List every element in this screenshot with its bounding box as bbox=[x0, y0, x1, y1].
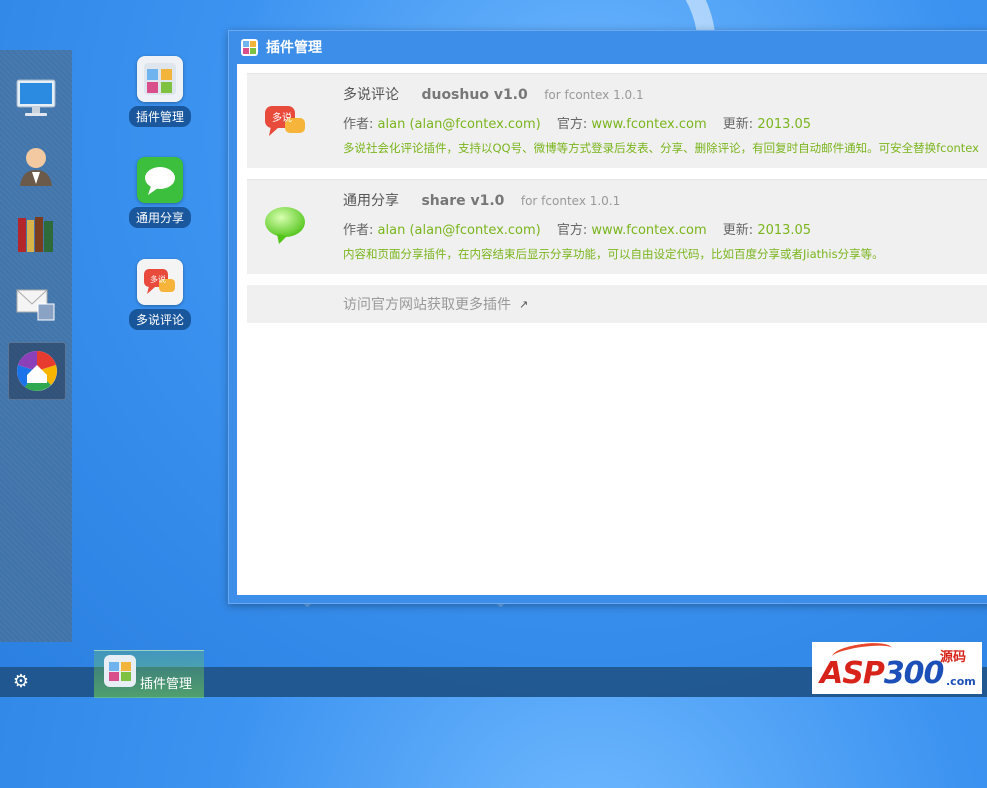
desktop-icon-label: 多说评论 bbox=[128, 309, 191, 330]
plugin-compat: for fcontex 1.0.1 bbox=[544, 88, 644, 102]
plugin-name: 多说评论 bbox=[343, 87, 399, 103]
user-icon bbox=[20, 148, 52, 186]
watermark-brand: ASP300 bbox=[820, 656, 944, 691]
updated-value: 2013.05 bbox=[757, 117, 812, 132]
plugin-info: 通用分享 share v1.0 for fcontex 1.0.1 作者: al… bbox=[343, 190, 987, 262]
desktop-icon-label: 通用分享 bbox=[128, 207, 191, 228]
plugin-compat: for fcontex 1.0.1 bbox=[520, 194, 621, 208]
window-titlebar[interactable]: 插件管理 bbox=[229, 31, 987, 63]
svg-text:多说: 多说 bbox=[150, 274, 166, 284]
plugin-meta: 作者: alan (alan@fcontex.com) 官方: www.fcon… bbox=[343, 219, 987, 238]
author-label: 作者: bbox=[343, 223, 374, 238]
gear-icon[interactable]: ⚙ bbox=[10, 671, 32, 693]
site-label: 官方: bbox=[556, 117, 588, 132]
author-value[interactable]: alan (alan@fcontex.com) bbox=[378, 117, 541, 132]
asp300-watermark-logo: ASP300 源码 .com bbox=[812, 639, 982, 694]
dock-item-mail[interactable] bbox=[8, 274, 64, 330]
monitor-icon bbox=[16, 79, 56, 116]
site-link[interactable]: www.fcontex.com bbox=[591, 117, 706, 132]
plugin-meta: 作者: alan (alan@fcontex.com) 官方: www.fcon… bbox=[343, 113, 987, 132]
window-app-icon bbox=[241, 38, 258, 56]
updated-value: 2013.05 bbox=[757, 223, 812, 238]
left-dock bbox=[0, 50, 72, 642]
dock-item-user[interactable] bbox=[8, 138, 64, 194]
plugin-version: share v1.0 bbox=[421, 193, 505, 209]
watermark-cn: 源码 bbox=[940, 650, 967, 665]
desktop-icon-share[interactable]: 通用分享 bbox=[120, 157, 200, 228]
mail-icon bbox=[16, 289, 55, 321]
plugin-info: 多说评论 duoshuo v1.0 for fcontex 1.0.1 作者: … bbox=[343, 84, 987, 156]
plugin-version: duoshuo v1.0 bbox=[421, 87, 528, 103]
plugin-manager-window: 插件管理 多说 多说评论 duoshuo v1.0 for fcontex 1.… bbox=[228, 30, 987, 604]
more-plugins-label: 访问官方网站获取更多插件 bbox=[343, 297, 511, 313]
picasa-icon bbox=[17, 351, 57, 391]
plugin-card-duoshuo[interactable]: 多说 多说评论 duoshuo v1.0 for fcontex 1.0.1 作… bbox=[247, 73, 987, 168]
dock-item-picasa[interactable] bbox=[8, 342, 66, 400]
window-content: 多说 多说评论 duoshuo v1.0 for fcontex 1.0.1 作… bbox=[237, 64, 987, 595]
plugin-title: 通用分享 share v1.0 for fcontex 1.0.1 bbox=[343, 190, 987, 210]
site-label: 官方: bbox=[556, 223, 588, 238]
svg-text:多说: 多说 bbox=[272, 111, 292, 124]
plugin-manager-icon bbox=[104, 655, 136, 687]
desktop-icon-label: 插件管理 bbox=[128, 106, 191, 127]
duoshuo-icon: 多说 bbox=[137, 259, 183, 305]
share-bubble-icon bbox=[137, 157, 183, 203]
taskbar-item-label: 插件管理 bbox=[140, 677, 193, 692]
plugin-card-share[interactable]: 通用分享 share v1.0 for fcontex 1.0.1 作者: al… bbox=[247, 179, 987, 274]
duoshuo-icon: 多说 bbox=[265, 106, 305, 136]
more-plugins-link[interactable]: 访问官方网站获取更多插件 ↗ bbox=[247, 285, 987, 323]
updated-label: 更新: bbox=[722, 223, 754, 238]
external-link-icon: ↗ bbox=[519, 297, 529, 311]
plugin-manager-icon bbox=[137, 56, 183, 102]
dock-item-computer[interactable] bbox=[8, 70, 64, 126]
plugin-description: 多说社会化评论插件，支持以QQ号、微博等方式登录后发表、分享、删除评论，有回复时… bbox=[343, 141, 979, 155]
watermark-com: .com bbox=[946, 675, 976, 688]
updated-label: 更新: bbox=[722, 117, 754, 132]
share-bubble-icon bbox=[265, 207, 305, 244]
taskbar-item-plugin-manager[interactable]: 插件管理 bbox=[94, 650, 204, 698]
window-title: 插件管理 bbox=[266, 40, 322, 56]
books-icon bbox=[18, 217, 53, 252]
plugin-description: 内容和页面分享插件，在内容结束后显示分享功能，可以自由设定代码，比如百度分享或者… bbox=[343, 247, 884, 261]
desktop-icon-plugin-manager[interactable]: 插件管理 bbox=[120, 56, 200, 127]
author-label: 作者: bbox=[343, 117, 374, 132]
plugin-name: 通用分享 bbox=[343, 193, 399, 209]
author-value[interactable]: alan (alan@fcontex.com) bbox=[378, 223, 541, 238]
desktop-icon-duoshuo[interactable]: 多说 多说评论 bbox=[120, 259, 200, 330]
site-link[interactable]: www.fcontex.com bbox=[591, 223, 706, 238]
dock-item-books[interactable] bbox=[8, 206, 64, 262]
plugin-title: 多说评论 duoshuo v1.0 for fcontex 1.0.1 bbox=[343, 84, 987, 104]
